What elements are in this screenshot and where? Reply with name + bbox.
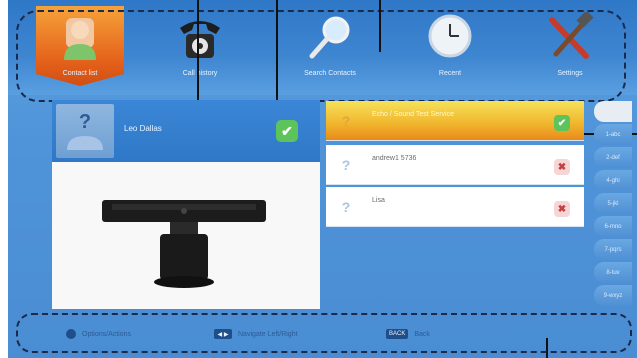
clock-icon: [428, 14, 472, 58]
hint-back: BACK Back: [386, 329, 430, 339]
alpha-index-item[interactable]: 2-def: [594, 147, 632, 168]
magnifier-icon: [309, 16, 350, 59]
list-item[interactable]: ? Lisa ✖: [326, 187, 584, 227]
tools-icon: [549, 12, 594, 59]
alpha-index-item[interactable]: 8-tuv: [594, 262, 632, 283]
alpha-index-item[interactable]: 5-jkl: [594, 193, 632, 214]
options-button-icon: [66, 329, 76, 339]
alphabet-index: 1-abc 2-def 4-ghi 5-jkl 6-mno 7-pqrs 8-t…: [594, 101, 632, 313]
telephone-icon: [180, 21, 220, 58]
menu-item-settings[interactable]: Settings: [526, 6, 614, 86]
unknown-avatar-icon: ?: [341, 157, 351, 173]
back-key-icon: BACK: [386, 329, 409, 339]
unknown-avatar-icon: ?: [341, 199, 351, 215]
alpha-index-item[interactable]: [594, 101, 632, 122]
menu-label: Search Contacts: [304, 70, 356, 77]
hint-navigate: ◀ ▶ Navigate Left/Right: [214, 329, 298, 339]
callout-pointer: [379, 0, 381, 52]
contact-list: ? Echo / Sound Test Service ✔ ? andrew1 …: [326, 101, 584, 231]
menu-label: Recent: [438, 70, 462, 77]
tv-camera-icon: [102, 200, 266, 288]
arrow-keys-icon: ◀ ▶: [214, 329, 232, 339]
hint-options-label: Options/Actions: [82, 330, 132, 338]
list-item[interactable]: ? Echo / Sound Test Service ✔: [326, 101, 584, 141]
hint-back-label: Back: [414, 330, 430, 338]
list-item[interactable]: ? andrew1 5736 ✖: [326, 145, 584, 185]
menu-label: Contact list: [62, 70, 98, 77]
alpha-index-item[interactable]: 9-wxyz: [594, 285, 632, 306]
list-item-label: Lisa: [372, 197, 385, 204]
menu-label: Settings: [557, 70, 583, 77]
selected-contact-header[interactable]: ? Leo Dallas ✔: [52, 100, 320, 162]
skype-tv-screen: Contact list Call history Search Contact…: [8, 0, 637, 358]
online-status-icon: ✔: [554, 115, 570, 131]
alpha-index-item[interactable]: 1-abc: [594, 124, 632, 145]
top-menu-bar: Contact list Call history Search Contact…: [8, 0, 637, 95]
menu-label: Call history: [182, 70, 218, 77]
contact-name: Leo Dallas: [124, 124, 162, 133]
unknown-avatar-icon: ?: [341, 113, 351, 129]
alpha-index-item[interactable]: 6-mno: [594, 216, 632, 237]
unknown-avatar-icon: ?: [78, 111, 92, 133]
offline-status-icon: ✖: [554, 159, 570, 175]
hint-navigate-label: Navigate Left/Right: [238, 330, 298, 338]
check-icon: ✔: [276, 120, 298, 142]
hint-options: Options/Actions: [66, 329, 131, 339]
list-item-label: Echo / Sound Test Service: [372, 111, 454, 118]
menu-item-search-contacts[interactable]: Search Contacts: [286, 6, 374, 86]
camera-preview: [52, 162, 320, 309]
offline-status-icon: ✖: [554, 201, 570, 217]
menu-item-recent[interactable]: Recent: [406, 6, 494, 86]
contact-icon: [64, 18, 96, 60]
list-item-label: andrew1 5736: [372, 155, 417, 162]
menu-item-call-history[interactable]: Call history: [156, 6, 244, 86]
person-silhouette-icon: [67, 136, 103, 150]
alpha-index-item[interactable]: 7-pqrs: [594, 239, 632, 260]
avatar: ?: [56, 104, 114, 158]
alpha-index-item[interactable]: 4-ghi: [594, 170, 632, 191]
menu-item-contact-list[interactable]: Contact list: [36, 6, 124, 86]
hint-bar: Options/Actions ◀ ▶ Navigate Left/Right …: [16, 313, 632, 353]
